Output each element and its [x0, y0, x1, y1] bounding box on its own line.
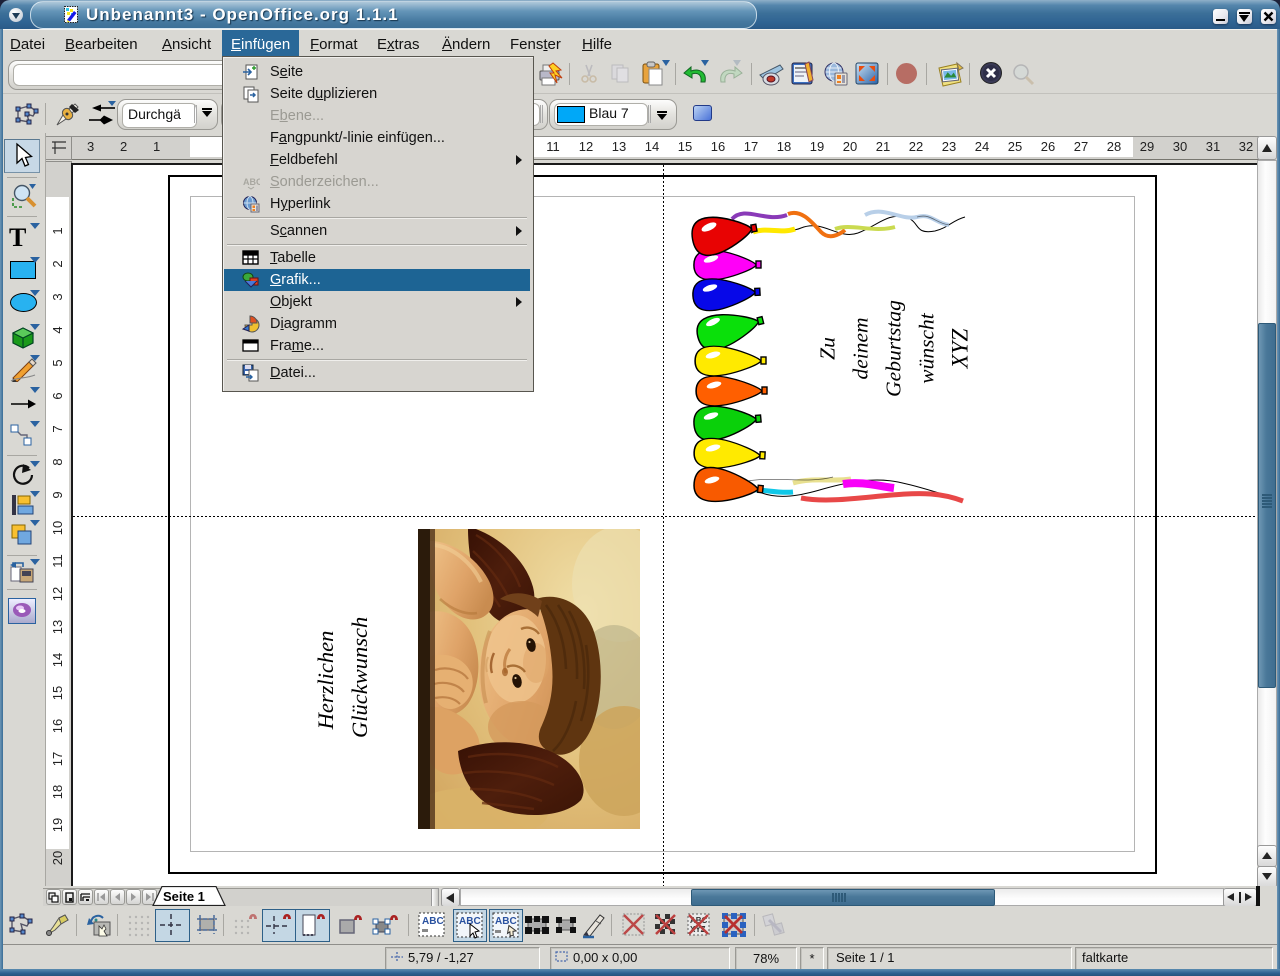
svg-text:ABC: ABC [243, 177, 260, 187]
svg-text:ABC: ABC [422, 916, 444, 927]
svg-text:ABC: ABC [495, 916, 517, 927]
